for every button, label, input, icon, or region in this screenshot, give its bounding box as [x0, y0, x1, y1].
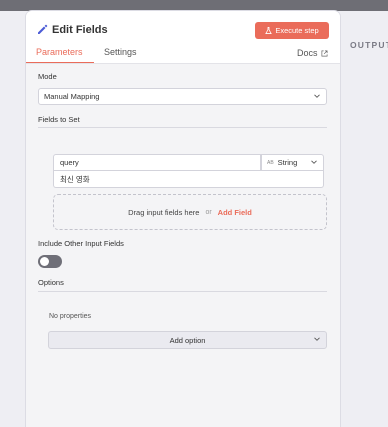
dropzone-or: or — [205, 208, 212, 216]
include-other-fields-label: Include Other Input Fields — [38, 239, 124, 248]
fields-divider — [38, 127, 327, 128]
field-name-input[interactable]: query — [53, 154, 261, 171]
drop-fields-zone[interactable]: Drag input fields here or Add Field — [53, 194, 327, 230]
no-properties-text: No properties — [49, 313, 92, 320]
add-option-button[interactable]: Add option — [48, 331, 327, 349]
toggle-knob — [40, 257, 49, 266]
pencil-icon — [38, 24, 48, 34]
field-value-text: 최신 영화 — [60, 174, 90, 184]
chevron-down-icon — [311, 159, 317, 164]
add-option-label: Add option — [169, 335, 206, 345]
flask-icon — [265, 27, 273, 34]
tab-parameters[interactable]: Parameters — [36, 47, 83, 57]
options-divider — [38, 291, 327, 292]
include-other-fields-toggle[interactable] — [38, 255, 62, 268]
docs-label: Docs — [297, 48, 318, 58]
chevron-down-icon — [314, 337, 320, 341]
chevron-down-icon — [314, 93, 320, 98]
field-name-value: query — [60, 158, 79, 167]
add-field-link[interactable]: Add Field — [218, 208, 252, 217]
parameters-body: Mode Manual Mapping Fields to Set query … — [26, 64, 340, 427]
fields-to-set-label: Fields to Set — [38, 115, 80, 124]
docs-link[interactable]: Docs — [297, 48, 328, 58]
panel-header: Edit Fields Execute step Parameters Sett… — [26, 11, 340, 64]
field-type-value: String — [277, 158, 298, 167]
field-value-input[interactable]: 최신 영화 — [53, 171, 324, 188]
panel-title: Edit Fields — [52, 24, 108, 36]
external-link-icon — [321, 50, 327, 56]
options-label: Options — [38, 278, 64, 287]
dropzone-text: Drag input fields here — [128, 207, 200, 217]
edit-fields-panel: Edit Fields Execute step Parameters Sett… — [26, 11, 340, 427]
mode-label: Mode — [38, 72, 57, 81]
field-type-select[interactable]: AB String — [261, 154, 324, 171]
tab-settings[interactable]: Settings — [104, 47, 137, 57]
mode-select-value: Manual Mapping — [44, 92, 100, 101]
top-bar — [0, 0, 388, 11]
execute-step-label: Execute step — [275, 26, 319, 35]
execute-step-button[interactable]: Execute step — [255, 22, 329, 39]
output-panel-label: OUTPUT — [350, 40, 388, 50]
string-type-icon: AB — [267, 159, 274, 166]
mode-select[interactable]: Manual Mapping — [38, 88, 327, 105]
